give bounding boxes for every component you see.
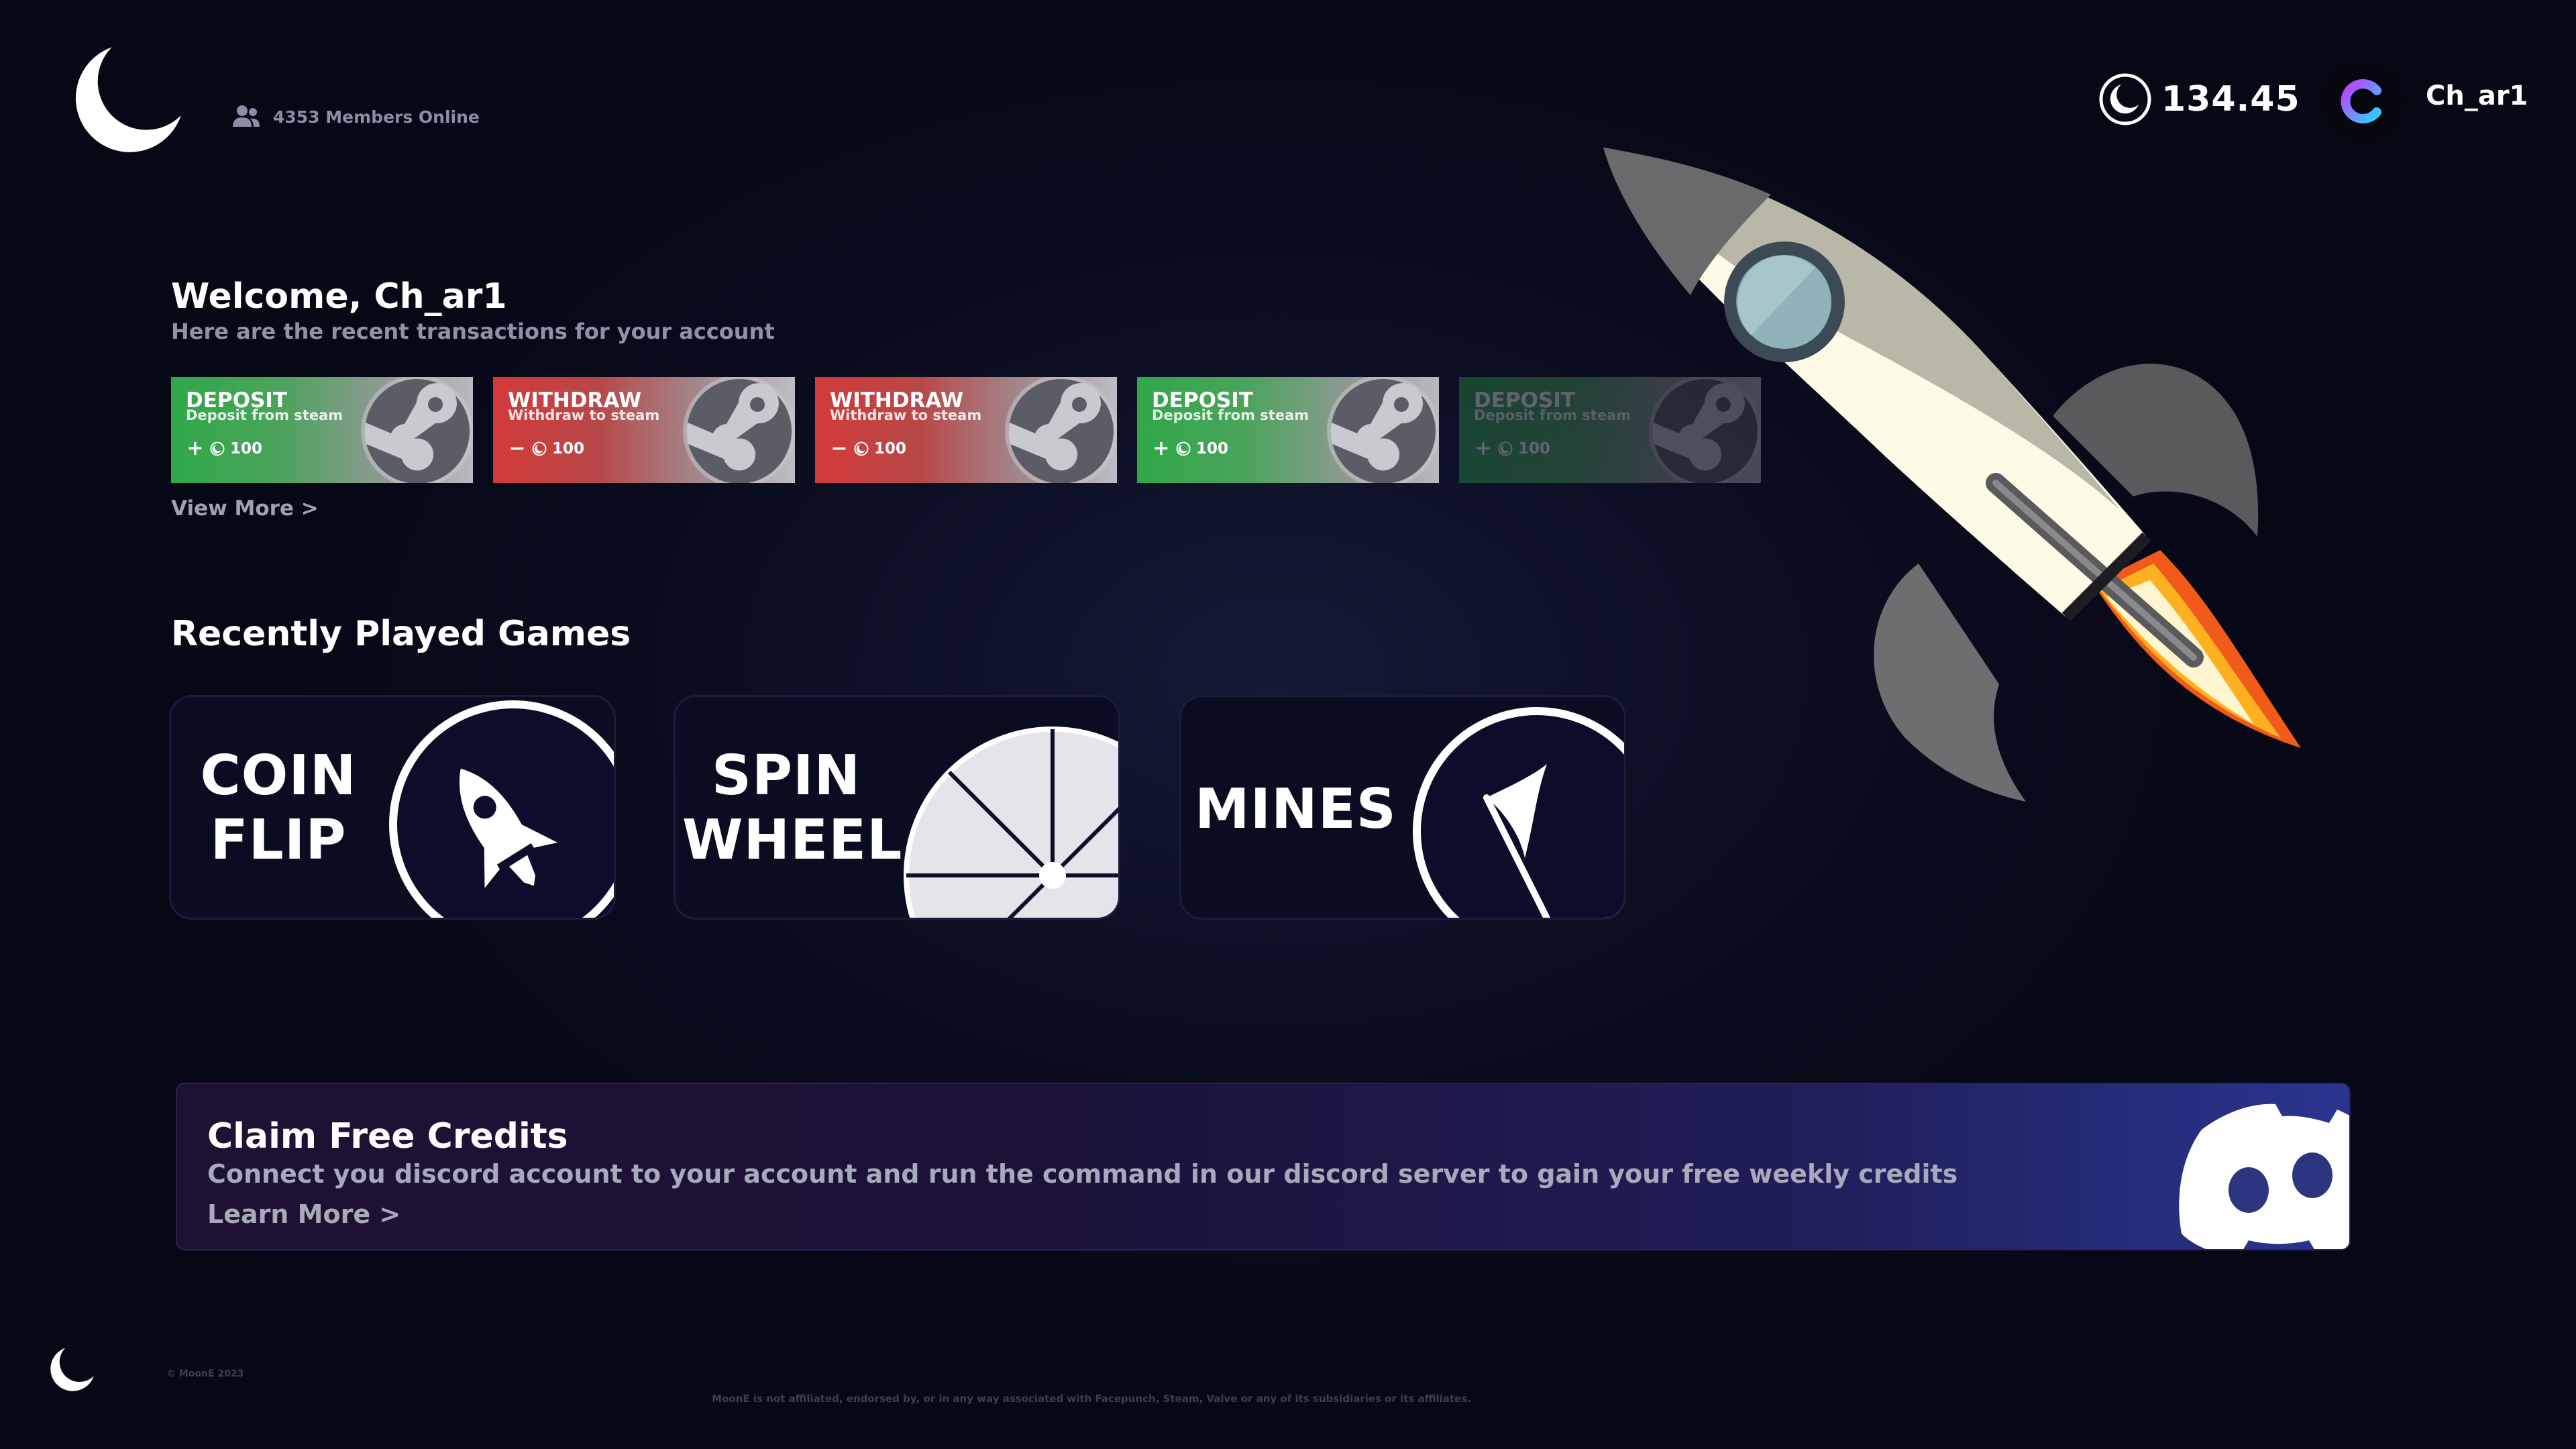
transaction-card[interactable]: WITHDRAW Withdraw to steam − 100: [815, 377, 1117, 483]
minus-icon: −: [508, 437, 526, 460]
recently-played-title: Recently Played Games: [171, 614, 631, 654]
user-avatar-icon: [2341, 79, 2381, 123]
steam-icon: [1005, 377, 1117, 483]
moon-logo[interactable]: [67, 40, 184, 158]
transaction-description: Deposit from steam: [1152, 407, 1309, 423]
rocket-illustration: [1603, 148, 2301, 802]
moon-coin-icon: [1176, 441, 1191, 456]
game-title-line: MINES: [1195, 777, 1397, 841]
transaction-amount: + 100: [1474, 439, 1550, 459]
steam-icon: [361, 377, 473, 483]
view-more-link[interactable]: View More >: [171, 496, 319, 521]
transaction-amount: + 100: [186, 439, 262, 459]
transaction-amount-value: 100: [1196, 440, 1229, 458]
steam-icon: [683, 377, 795, 483]
moon-coin-icon: [210, 441, 225, 456]
transaction-amount: + 100: [1152, 439, 1228, 459]
game-title-line: SPIN: [711, 744, 861, 808]
transaction-description: Deposit from steam: [186, 407, 343, 423]
members-online-count: 4353 Members Online: [273, 107, 480, 127]
wheel-icon: [904, 727, 1118, 918]
transaction-description: Withdraw to steam: [508, 407, 660, 423]
moon-logo-small[interactable]: [47, 1345, 95, 1393]
plus-icon: +: [1474, 437, 1492, 460]
claim-credits-banner[interactable]: Claim Free Credits Connect you discord a…: [176, 1083, 2351, 1250]
moon-coin-icon: [1498, 441, 1513, 456]
welcome-subtitle: Here are the recent transactions for you…: [171, 319, 775, 344]
transaction-amount: − 100: [830, 439, 906, 459]
game-title-line: FLIP: [210, 808, 347, 872]
game-title-line: WHEEL: [682, 808, 903, 872]
banner-description: Connect you discord account to your acco…: [207, 1159, 1958, 1189]
discord-icon: [2179, 1104, 2349, 1249]
minus-icon: −: [830, 437, 848, 460]
game-card-spin-wheel[interactable]: SPIN WHEEL: [674, 695, 1120, 920]
game-title: MINES: [1195, 777, 1396, 842]
game-title: COIN FLIP: [198, 744, 359, 873]
game-card-coin-flip[interactable]: COIN FLIP: [169, 695, 616, 920]
transaction-amount: − 100: [508, 439, 584, 459]
moon-coin-icon: [854, 441, 869, 456]
plus-icon: +: [186, 437, 204, 460]
user-menu[interactable]: Ch_ar1: [2321, 59, 2528, 144]
plus-icon: +: [1152, 437, 1170, 460]
transactions-list: DEPOSIT Deposit from steam + 100 WITHDRA…: [171, 377, 1761, 483]
transaction-amount-value: 100: [230, 440, 263, 458]
balance-display[interactable]: 134.45: [2098, 72, 2300, 126]
learn-more-link[interactable]: Learn More >: [207, 1199, 400, 1229]
game-card-mines[interactable]: MINES: [1179, 695, 1626, 920]
disclaimer-text: MoonE is not affiliated, endorsed by, or…: [712, 1393, 1471, 1405]
moon-coin-icon: [532, 441, 547, 456]
welcome-title: Welcome, Ch_ar1: [171, 276, 507, 317]
transaction-card[interactable]: DEPOSIT Deposit from steam + 100: [171, 377, 473, 483]
copyright-text: © MoonE 2023: [166, 1368, 244, 1379]
banner-title: Claim Free Credits: [207, 1116, 568, 1157]
transaction-amount-value: 100: [1518, 440, 1551, 458]
transaction-description: Withdraw to steam: [830, 407, 982, 423]
rocket-icon: [389, 700, 614, 918]
transaction-card[interactable]: DEPOSIT Deposit from steam + 100: [1137, 377, 1439, 483]
game-title-line: COIN: [200, 744, 357, 808]
users-icon: [233, 105, 260, 127]
moon-coin-icon: [2099, 73, 2151, 125]
balance-value: 134.45: [2161, 79, 2300, 119]
transaction-amount-value: 100: [552, 440, 585, 458]
transaction-card[interactable]: WITHDRAW Withdraw to steam − 100: [493, 377, 795, 483]
username: Ch_ar1: [2426, 80, 2528, 111]
steam-icon: [1327, 377, 1439, 483]
game-title: SPIN WHEEL: [682, 744, 903, 873]
members-online: 4353 Members Online: [231, 104, 480, 129]
avatar[interactable]: [2321, 59, 2406, 144]
transaction-amount-value: 100: [874, 440, 907, 458]
